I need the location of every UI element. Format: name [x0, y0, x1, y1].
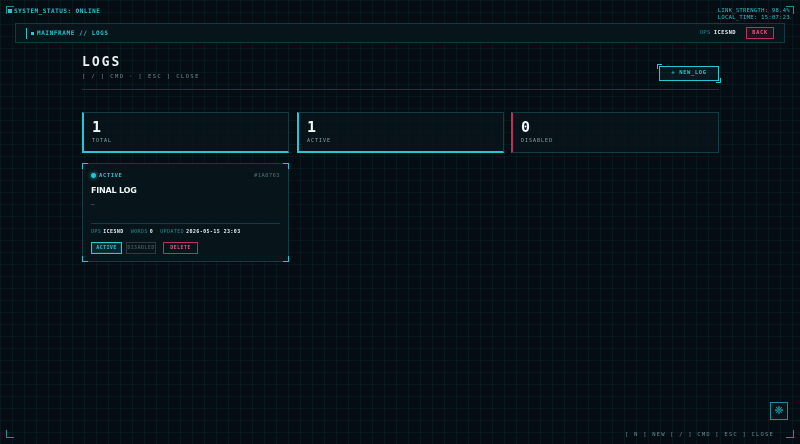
- card-bracket-icon: [283, 163, 289, 169]
- header-divider: [82, 89, 719, 90]
- meta-ops-value: ICESND: [103, 229, 124, 235]
- stat-disabled: 0 DISABLED: [511, 112, 719, 153]
- stat-active: 1 ACTIVE: [297, 112, 504, 153]
- meta-words-value: 0: [149, 229, 154, 235]
- operator-key: OPS: [699, 30, 711, 36]
- local-time: LOCAL_TIME: 15:07:23: [717, 15, 790, 21]
- system-meta: LINK_STRENGTH: 98.4% LOCAL_TIME: 15:07:2…: [718, 8, 790, 22]
- set-disabled-button[interactable]: DISABLED: [126, 242, 156, 254]
- card-actions: ACTIVE DISABLED DELETE: [91, 242, 198, 254]
- stat-total: 1 TOTAL: [82, 112, 289, 153]
- card-bracket-icon: [82, 256, 88, 262]
- link-strength: LINK_STRENGTH: 98.4%: [717, 8, 790, 14]
- operator-info: OPS ICESND: [700, 30, 736, 36]
- operator-value: ICESND: [713, 30, 736, 36]
- meta-ops-key: OPS: [91, 229, 102, 235]
- status-led-icon: [91, 173, 96, 178]
- footer-keyboard-hint: [ N ] NEW [ / ] CMD [ ESC ] CLOSE: [625, 432, 774, 438]
- breadcrumb-square-icon: [31, 32, 34, 35]
- meta-words-key: WORDS: [130, 229, 148, 235]
- top-nav-bar: MAINFRAME // LOGS OPS ICESND BACK: [15, 23, 785, 43]
- log-preview: —: [91, 201, 95, 208]
- back-button[interactable]: BACK: [746, 27, 774, 39]
- stat-active-value: 1: [307, 118, 317, 136]
- log-meta: OPS ICESND WORDS 0 UPDATED 2026-05-15 23:03: [91, 229, 248, 235]
- log-card[interactable]: ACTIVE #1A8763 FINAL LOG — OPS ICESND WORD…: [82, 163, 289, 262]
- card-bracket-icon: [283, 256, 289, 262]
- stat-disabled-label: DISABLED: [521, 138, 554, 144]
- stat-active-label: ACTIVE: [307, 138, 332, 144]
- set-active-button[interactable]: ACTIVE: [91, 242, 122, 254]
- meta-updated-value: 2026-05-15 23:03: [186, 229, 241, 235]
- card-bracket-icon: [82, 163, 88, 169]
- frame-corner-bottom-right: [786, 430, 794, 438]
- keyboard-hint: [ / ] CMD · [ ESC ] CLOSE: [82, 74, 200, 80]
- meta-updated-key: UPDATED: [160, 229, 185, 235]
- new-log-button[interactable]: + NEW_LOG: [657, 64, 721, 83]
- status-badge-label: ACTIVE: [99, 173, 123, 179]
- breadcrumb[interactable]: MAINFRAME // LOGS: [26, 28, 109, 39]
- system-status: SYSTEM_STATUS: ONLINE: [8, 8, 100, 15]
- card-divider: [91, 223, 280, 224]
- status-badge: ACTIVE: [91, 173, 122, 179]
- frame-corner-bottom-left: [6, 430, 14, 438]
- delete-button[interactable]: DELETE: [163, 242, 198, 254]
- status-dot-icon: [8, 9, 12, 13]
- page-title: LOGS: [82, 55, 122, 70]
- log-title: FINAL LOG: [91, 186, 137, 195]
- stat-total-value: 1: [92, 118, 102, 136]
- stat-disabled-value: 0: [521, 118, 531, 136]
- stat-total-label: TOTAL: [92, 138, 113, 144]
- breadcrumb-label: MAINFRAME // LOGS: [37, 30, 109, 37]
- log-id: #1A8763: [254, 173, 280, 179]
- settings-gear-icon[interactable]: ❈: [770, 402, 788, 420]
- system-status-label: SYSTEM_STATUS: ONLINE: [14, 8, 101, 15]
